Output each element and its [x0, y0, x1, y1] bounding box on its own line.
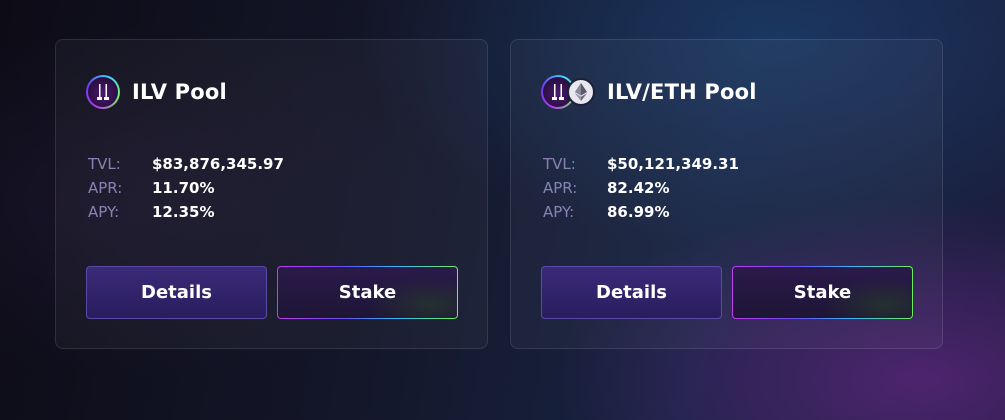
apy-label: APY: — [543, 203, 575, 221]
stat-row-tvl: TVL: $83,876,345.97 — [88, 152, 284, 176]
apr-label: APR: — [543, 179, 578, 197]
apr-value: 82.42% — [607, 179, 670, 197]
pool-stats: TVL: $83,876,345.97 APR: 11.70% APY: 12.… — [88, 152, 284, 224]
pool-stats: TVL: $50,121,349.31 APR: 82.42% APY: 86.… — [543, 152, 739, 224]
apy-value: 12.35% — [152, 203, 215, 221]
apr-label: APR: — [88, 179, 123, 197]
pool-card-ilv: ILV Pool TVL: $83,876,345.97 APR: 11.70%… — [55, 39, 488, 349]
pool-header: ILV Pool — [86, 72, 227, 112]
tvl-value: $83,876,345.97 — [152, 155, 284, 173]
tvl-label: TVL: — [543, 155, 576, 173]
stat-row-tvl: TVL: $50,121,349.31 — [543, 152, 739, 176]
stat-row-apy: APY: 86.99% — [543, 200, 739, 224]
pool-header: ILV/ETH Pool — [541, 72, 757, 112]
stake-button[interactable]: Stake — [277, 266, 458, 319]
apy-label: APY: — [88, 203, 120, 221]
pool-title: ILV/ETH Pool — [607, 80, 757, 104]
tvl-label: TVL: — [88, 155, 121, 173]
stat-row-apr: APR: 11.70% — [88, 176, 284, 200]
stat-row-apy: APY: 12.35% — [88, 200, 284, 224]
tvl-value: $50,121,349.31 — [607, 155, 739, 173]
apr-value: 11.70% — [152, 179, 215, 197]
pool-title: ILV Pool — [132, 80, 227, 104]
eth-icon — [567, 78, 595, 106]
pool-card-ilv-eth: ILV/ETH Pool TVL: $50,121,349.31 APR: 82… — [510, 39, 943, 349]
apy-value: 86.99% — [607, 203, 670, 221]
stake-button[interactable]: Stake — [732, 266, 913, 319]
stat-row-apr: APR: 82.42% — [543, 176, 739, 200]
details-button[interactable]: Details — [86, 266, 267, 319]
ilv-icon — [86, 75, 120, 109]
details-button[interactable]: Details — [541, 266, 722, 319]
